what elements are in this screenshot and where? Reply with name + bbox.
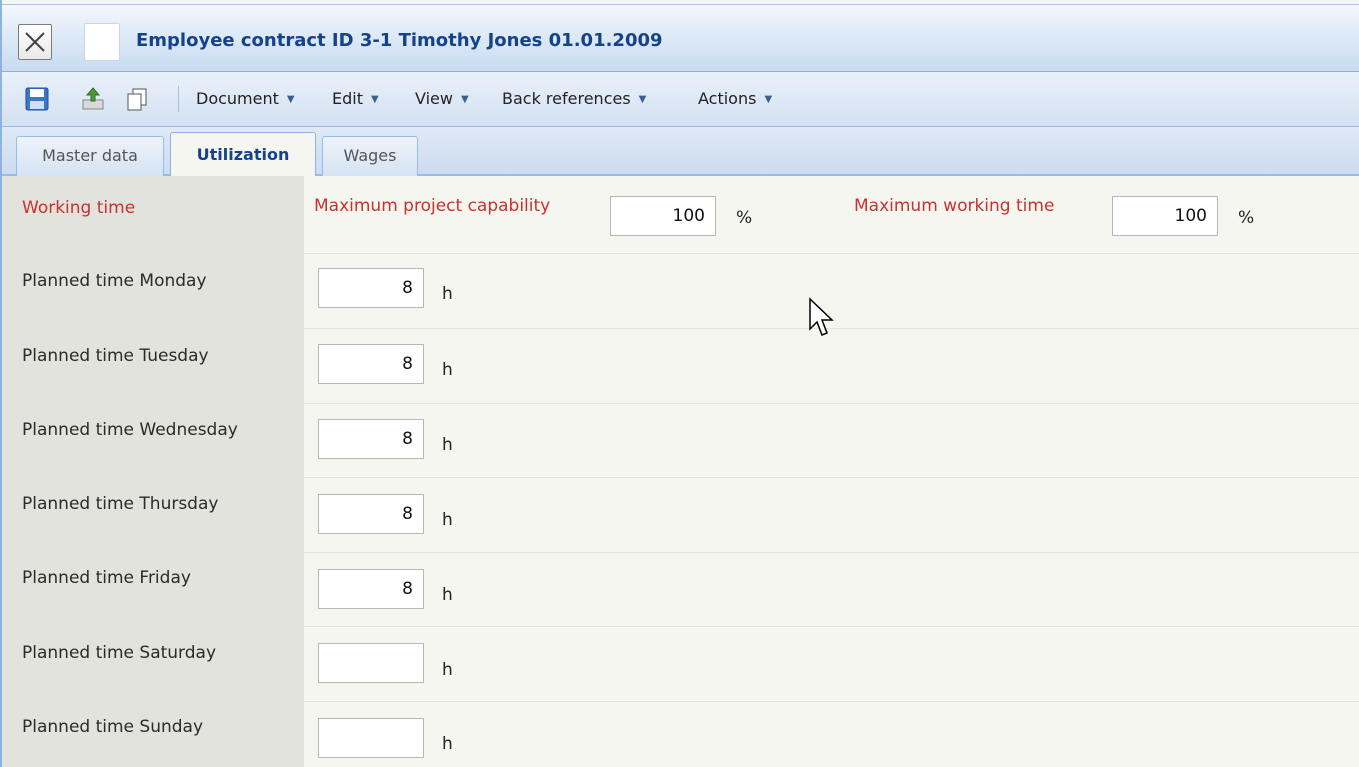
row-divider (2, 701, 1359, 702)
max-working-time-unit: % (1238, 208, 1255, 228)
menu-view[interactable]: View ▼ (415, 89, 469, 108)
save-icon[interactable] (24, 86, 50, 112)
tab-wages-label: Wages (343, 146, 397, 165)
planned-saturday-field[interactable] (318, 643, 424, 683)
menu-view-label: View (415, 89, 453, 108)
label-column (2, 176, 304, 767)
planned-tuesday-label: Planned time Tuesday (22, 346, 209, 366)
toolbar: Document ▼ Edit ▼ View ▼ Back references ▼ A… (2, 72, 1359, 127)
tab-utilization[interactable]: Utilization (170, 132, 316, 176)
max-project-capability-unit: % (736, 208, 753, 228)
copy-icon[interactable] (124, 86, 150, 112)
planned-friday-label: Planned time Friday (22, 568, 191, 588)
upload-icon[interactable] (80, 86, 106, 112)
row-divider (2, 552, 1359, 553)
tab-strip: Master data Utilization Wages (2, 127, 1359, 176)
planned-thursday-field[interactable]: 8 (318, 494, 424, 534)
row-divider (2, 403, 1359, 404)
blank-toggle-button[interactable] (84, 23, 120, 61)
chevron-down-icon: ▼ (764, 94, 773, 105)
chevron-down-icon: ▼ (286, 94, 295, 105)
planned-friday-unit: h (442, 585, 453, 605)
planned-wednesday-field[interactable]: 8 (318, 419, 424, 459)
menu-edit[interactable]: Edit ▼ (332, 89, 379, 108)
planned-friday-field[interactable]: 8 (318, 569, 424, 609)
planned-monday-field[interactable]: 8 (318, 268, 424, 308)
tab-master-data[interactable]: Master data (16, 136, 164, 176)
planned-saturday-label: Planned time Saturday (22, 643, 217, 663)
menu-actions-label: Actions (698, 89, 757, 108)
row-divider (2, 328, 1359, 329)
planned-thursday-label: Planned time Thursday (22, 494, 219, 514)
planned-thursday-unit: h (442, 510, 453, 530)
row-divider (2, 253, 1359, 254)
row-divider (2, 626, 1359, 627)
max-project-capability-label: Maximum project capability (314, 196, 551, 216)
tab-utilization-label: Utilization (196, 145, 290, 164)
mouse-cursor-icon (809, 297, 834, 336)
menu-document[interactable]: Document ▼ (196, 89, 295, 108)
menu-back-references[interactable]: Back references ▼ (502, 89, 646, 108)
planned-sunday-unit: h (442, 734, 453, 754)
window-title: Employee contract ID 3-1 Timothy Jones 0… (136, 30, 663, 51)
close-icon (25, 32, 45, 52)
window-title-bar: Employee contract ID 3-1 Timothy Jones 0… (2, 4, 1359, 72)
close-button[interactable] (18, 24, 52, 60)
toolbar-separator (178, 86, 179, 112)
tab-master-data-label: Master data (42, 146, 138, 165)
working-time-label: Working time (22, 198, 136, 218)
menu-actions[interactable]: Actions ▼ (698, 89, 772, 108)
tab-wages[interactable]: Wages (322, 136, 418, 176)
planned-wednesday-unit: h (442, 435, 453, 455)
planned-sunday-field[interactable] (318, 718, 424, 758)
menu-back-references-label: Back references (502, 89, 631, 108)
planned-tuesday-field[interactable]: 8 (318, 344, 424, 384)
planned-monday-label: Planned time Monday (22, 271, 207, 291)
max-project-capability-field[interactable]: 100 (610, 196, 716, 236)
menu-document-label: Document (196, 89, 279, 108)
planned-saturday-unit: h (442, 660, 453, 680)
utilization-form: Working time Maximum project capability … (2, 176, 1359, 767)
chevron-down-icon: ▼ (460, 94, 469, 105)
menu-edit-label: Edit (332, 89, 363, 108)
max-working-time-field[interactable]: 100 (1112, 196, 1218, 236)
chevron-down-icon: ▼ (370, 94, 379, 105)
row-divider (2, 477, 1359, 478)
planned-sunday-label: Planned time Sunday (22, 717, 204, 737)
planned-tuesday-unit: h (442, 360, 453, 380)
max-working-time-label: Maximum working time (854, 196, 1055, 216)
chevron-down-icon: ▼ (638, 94, 647, 105)
planned-wednesday-label: Planned time Wednesday (22, 420, 238, 440)
planned-monday-unit: h (442, 284, 453, 304)
